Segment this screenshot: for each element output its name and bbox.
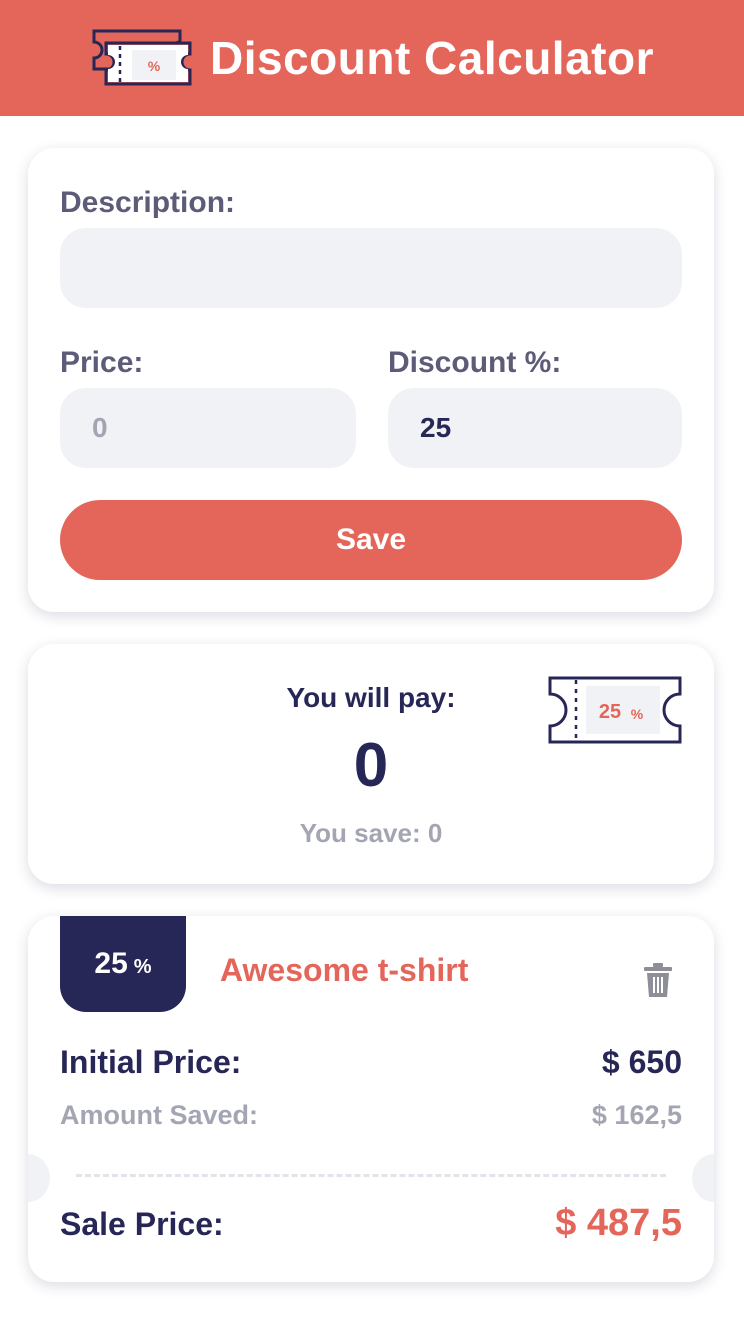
trash-icon[interactable] xyxy=(642,962,674,998)
logo-percent-text: % xyxy=(148,58,161,74)
save-button[interactable]: Save xyxy=(60,500,682,580)
ticket-logo-icon: % xyxy=(92,29,192,86)
result-card: You will pay: 0 You save: 0 25 % xyxy=(28,644,714,884)
app-header: % Discount Calculator xyxy=(0,0,744,116)
item-discount-value: 25 xyxy=(94,947,128,980)
sale-price-value: $ 487,5 xyxy=(555,1202,682,1244)
description-input[interactable] xyxy=(60,228,682,308)
badge-value: 25 xyxy=(599,701,621,723)
amount-saved-value: $ 162,5 xyxy=(591,1100,682,1130)
item-discount-tag: 25 % xyxy=(60,916,186,1012)
sale-price-label: Sale Price: xyxy=(60,1206,224,1242)
item-discount-unit: % xyxy=(133,955,152,978)
calculator-form-card: Description: Price: Discount %: Save xyxy=(28,148,714,612)
dashed-divider xyxy=(76,1174,666,1177)
discount-label: Discount %: xyxy=(388,346,562,379)
badge-unit: % xyxy=(631,706,644,722)
ticket-notch-left xyxy=(28,1154,50,1202)
initial-price-value: $ 650 xyxy=(601,1044,682,1080)
discount-ticket-icon: 25 % xyxy=(548,676,682,744)
price-label: Price: xyxy=(60,346,144,379)
you-save-text: You save: 0 xyxy=(299,818,443,848)
amount-saved-label: Amount Saved: xyxy=(60,1100,259,1130)
app-title: Discount Calculator xyxy=(209,32,654,84)
description-label: Description: xyxy=(60,186,236,219)
item-title: Awesome t-shirt xyxy=(220,952,469,988)
discount-input[interactable] xyxy=(388,388,682,468)
saved-item-card: 25 % Awesome t-shirt Initial Price: $ 65… xyxy=(28,916,714,1282)
price-input[interactable] xyxy=(60,388,356,468)
initial-price-label: Initial Price: xyxy=(60,1044,242,1080)
ticket-notch-right xyxy=(692,1154,714,1202)
